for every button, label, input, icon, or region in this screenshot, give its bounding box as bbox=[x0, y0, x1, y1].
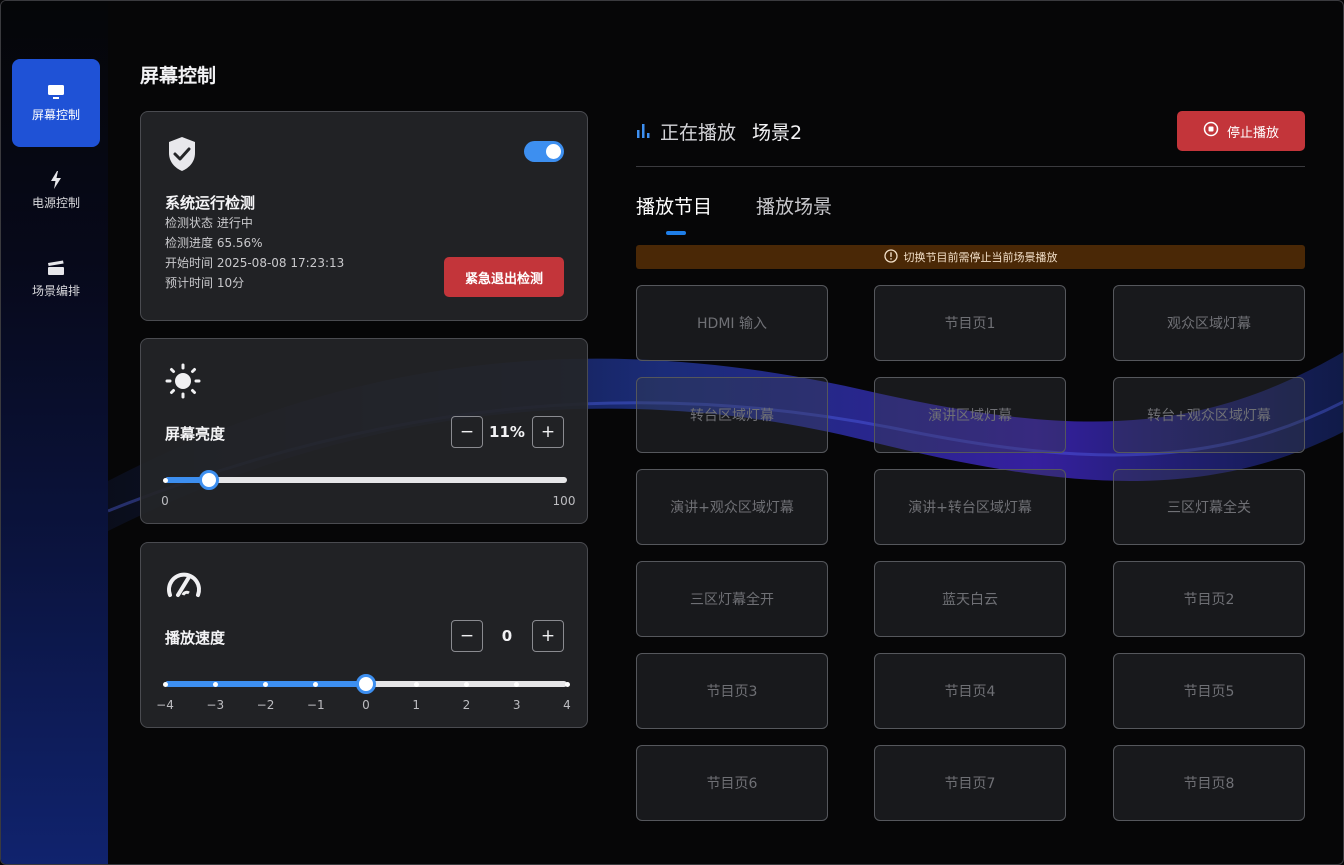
bar-chart-icon bbox=[636, 120, 652, 142]
brightness-slider-thumb[interactable] bbox=[199, 470, 220, 490]
speed-tick-label: −4 bbox=[156, 698, 174, 712]
brightness-value: 11% bbox=[489, 423, 525, 441]
program-button[interactable]: 转台+观众区域灯幕 bbox=[1113, 377, 1305, 453]
emergency-exit-button[interactable]: 紧急退出检测 bbox=[444, 257, 564, 297]
speed-card: 播放速度 − 0 + −4 −3 −2 −1 0 1 2 3 4 bbox=[140, 542, 588, 728]
program-button[interactable]: 三区灯幕全关 bbox=[1113, 469, 1305, 545]
speed-step-dot bbox=[162, 682, 168, 687]
program-button[interactable]: 节目页3 bbox=[636, 653, 828, 729]
speed-tick-label: 1 bbox=[412, 698, 421, 712]
sidebar-item-power-control[interactable]: 电源控制 bbox=[12, 147, 100, 235]
sidebar: 屏幕控制 电源控制 场景编排 bbox=[1, 1, 108, 864]
divider bbox=[636, 166, 1305, 167]
program-button[interactable]: 节目页1 bbox=[874, 285, 1066, 361]
check-progress: 检测进度 65.56% bbox=[165, 236, 263, 250]
program-button[interactable]: 节目页4 bbox=[874, 653, 1066, 729]
speed-slider-thumb[interactable] bbox=[356, 674, 376, 694]
brightness-decrement-button[interactable]: − bbox=[451, 416, 483, 448]
brightness-title: 屏幕亮度 bbox=[165, 425, 226, 443]
speed-tick-label: −3 bbox=[206, 698, 225, 712]
speed-step-dot bbox=[564, 682, 570, 687]
brightness-slider[interactable] bbox=[162, 470, 567, 490]
program-button[interactable]: 演讲+转台区域灯幕 bbox=[874, 469, 1066, 545]
now-playing-row: 正在播放 场景2 bbox=[636, 119, 803, 144]
check-status: 检测状态 进行中 bbox=[165, 216, 253, 230]
speed-tick-label: 3 bbox=[512, 698, 521, 712]
brightness-max-label: 100 bbox=[552, 494, 576, 508]
sidebar-item-label: 电源控制 bbox=[31, 196, 80, 210]
speed-tick-label: 4 bbox=[563, 698, 571, 712]
stop-circle-icon bbox=[1203, 121, 1219, 141]
brightness-card: 屏幕亮度 − 11% + 0 100 bbox=[140, 338, 588, 524]
brightness-increment-button[interactable]: + bbox=[532, 416, 564, 448]
lightning-icon bbox=[50, 171, 62, 189]
speed-tick-label: 0 bbox=[362, 698, 370, 712]
speed-tick-label: 2 bbox=[462, 698, 471, 712]
now-playing-label: 正在播放 bbox=[660, 121, 737, 144]
program-button[interactable]: 节目页7 bbox=[874, 745, 1066, 821]
program-button[interactable]: 蓝天白云 bbox=[874, 561, 1066, 637]
tab-play-scene[interactable]: 播放场景 bbox=[756, 192, 832, 219]
shield-check-icon bbox=[167, 136, 197, 176]
sidebar-item-scene-arrange[interactable]: 场景编排 bbox=[12, 235, 100, 323]
speed-step-dot bbox=[413, 682, 419, 687]
program-button[interactable]: 演讲区域灯幕 bbox=[874, 377, 1066, 453]
app-window: 屏幕控制 电源控制 场景编排 屏幕控制 系统运行检测 检测状态 进行中 检测进度… bbox=[0, 0, 1344, 865]
speed-step-dot bbox=[263, 682, 268, 687]
program-button[interactable]: 转台区域灯幕 bbox=[636, 377, 828, 453]
check-eta: 预计时间 10分 bbox=[165, 276, 245, 290]
program-button[interactable]: 演讲+观众区域灯幕 bbox=[636, 469, 828, 545]
system-check-toggle[interactable] bbox=[524, 141, 564, 162]
sidebar-item-label: 屏幕控制 bbox=[31, 108, 80, 122]
speed-increment-button[interactable]: + bbox=[532, 620, 564, 652]
program-button[interactable]: 节目页6 bbox=[636, 745, 828, 821]
sidebar-item-screen-control[interactable]: 屏幕控制 bbox=[12, 59, 100, 147]
brightness-min-label: 0 bbox=[161, 494, 169, 508]
speed-step-dot bbox=[514, 682, 520, 687]
speed-step-dot bbox=[212, 682, 218, 687]
speed-tick-label: −2 bbox=[256, 698, 275, 712]
page-title: 屏幕控制 bbox=[140, 65, 217, 87]
stop-playback-label: 停止播放 bbox=[1226, 125, 1279, 141]
warning-banner: 切换节目前需停止当前场景播放 bbox=[636, 245, 1305, 269]
program-button[interactable]: 三区灯幕全开 bbox=[636, 561, 828, 637]
speed-tick-label: −1 bbox=[306, 698, 325, 712]
warning-text: 切换节目前需停止当前场景播放 bbox=[903, 251, 1058, 264]
system-check-card: 系统运行检测 检测状态 进行中 检测进度 65.56% 开始时间 2025-08… bbox=[140, 111, 588, 321]
program-button[interactable]: 节目页2 bbox=[1113, 561, 1305, 637]
now-playing-scene: 场景2 bbox=[752, 121, 803, 144]
speed-decrement-button[interactable]: − bbox=[451, 620, 483, 652]
tab-play-program[interactable]: 播放节目 bbox=[636, 192, 712, 219]
clapperboard-icon bbox=[47, 259, 65, 277]
stop-playback-button[interactable]: 停止播放 bbox=[1177, 111, 1305, 151]
speed-value: 0 bbox=[501, 627, 513, 645]
sidebar-item-label: 场景编排 bbox=[31, 284, 80, 298]
sun-icon bbox=[165, 363, 201, 403]
program-button[interactable]: 节目页8 bbox=[1113, 745, 1305, 821]
active-tab-indicator bbox=[666, 231, 686, 235]
program-button[interactable]: 节目页5 bbox=[1113, 653, 1305, 729]
speed-title: 播放速度 bbox=[165, 629, 226, 647]
speed-step-dot bbox=[464, 682, 469, 687]
program-button[interactable]: HDMI 输入 bbox=[636, 285, 828, 361]
speedometer-icon bbox=[165, 567, 203, 603]
program-button[interactable]: 观众区域灯幕 bbox=[1113, 285, 1305, 361]
check-start-time: 开始时间 2025-08-08 17:23:13 bbox=[165, 256, 345, 270]
alert-circle-icon bbox=[883, 248, 898, 266]
speed-slider[interactable] bbox=[162, 674, 570, 694]
slider-start-dot bbox=[162, 478, 168, 483]
monitor-icon bbox=[47, 83, 65, 101]
system-check-title: 系统运行检测 bbox=[165, 194, 256, 212]
